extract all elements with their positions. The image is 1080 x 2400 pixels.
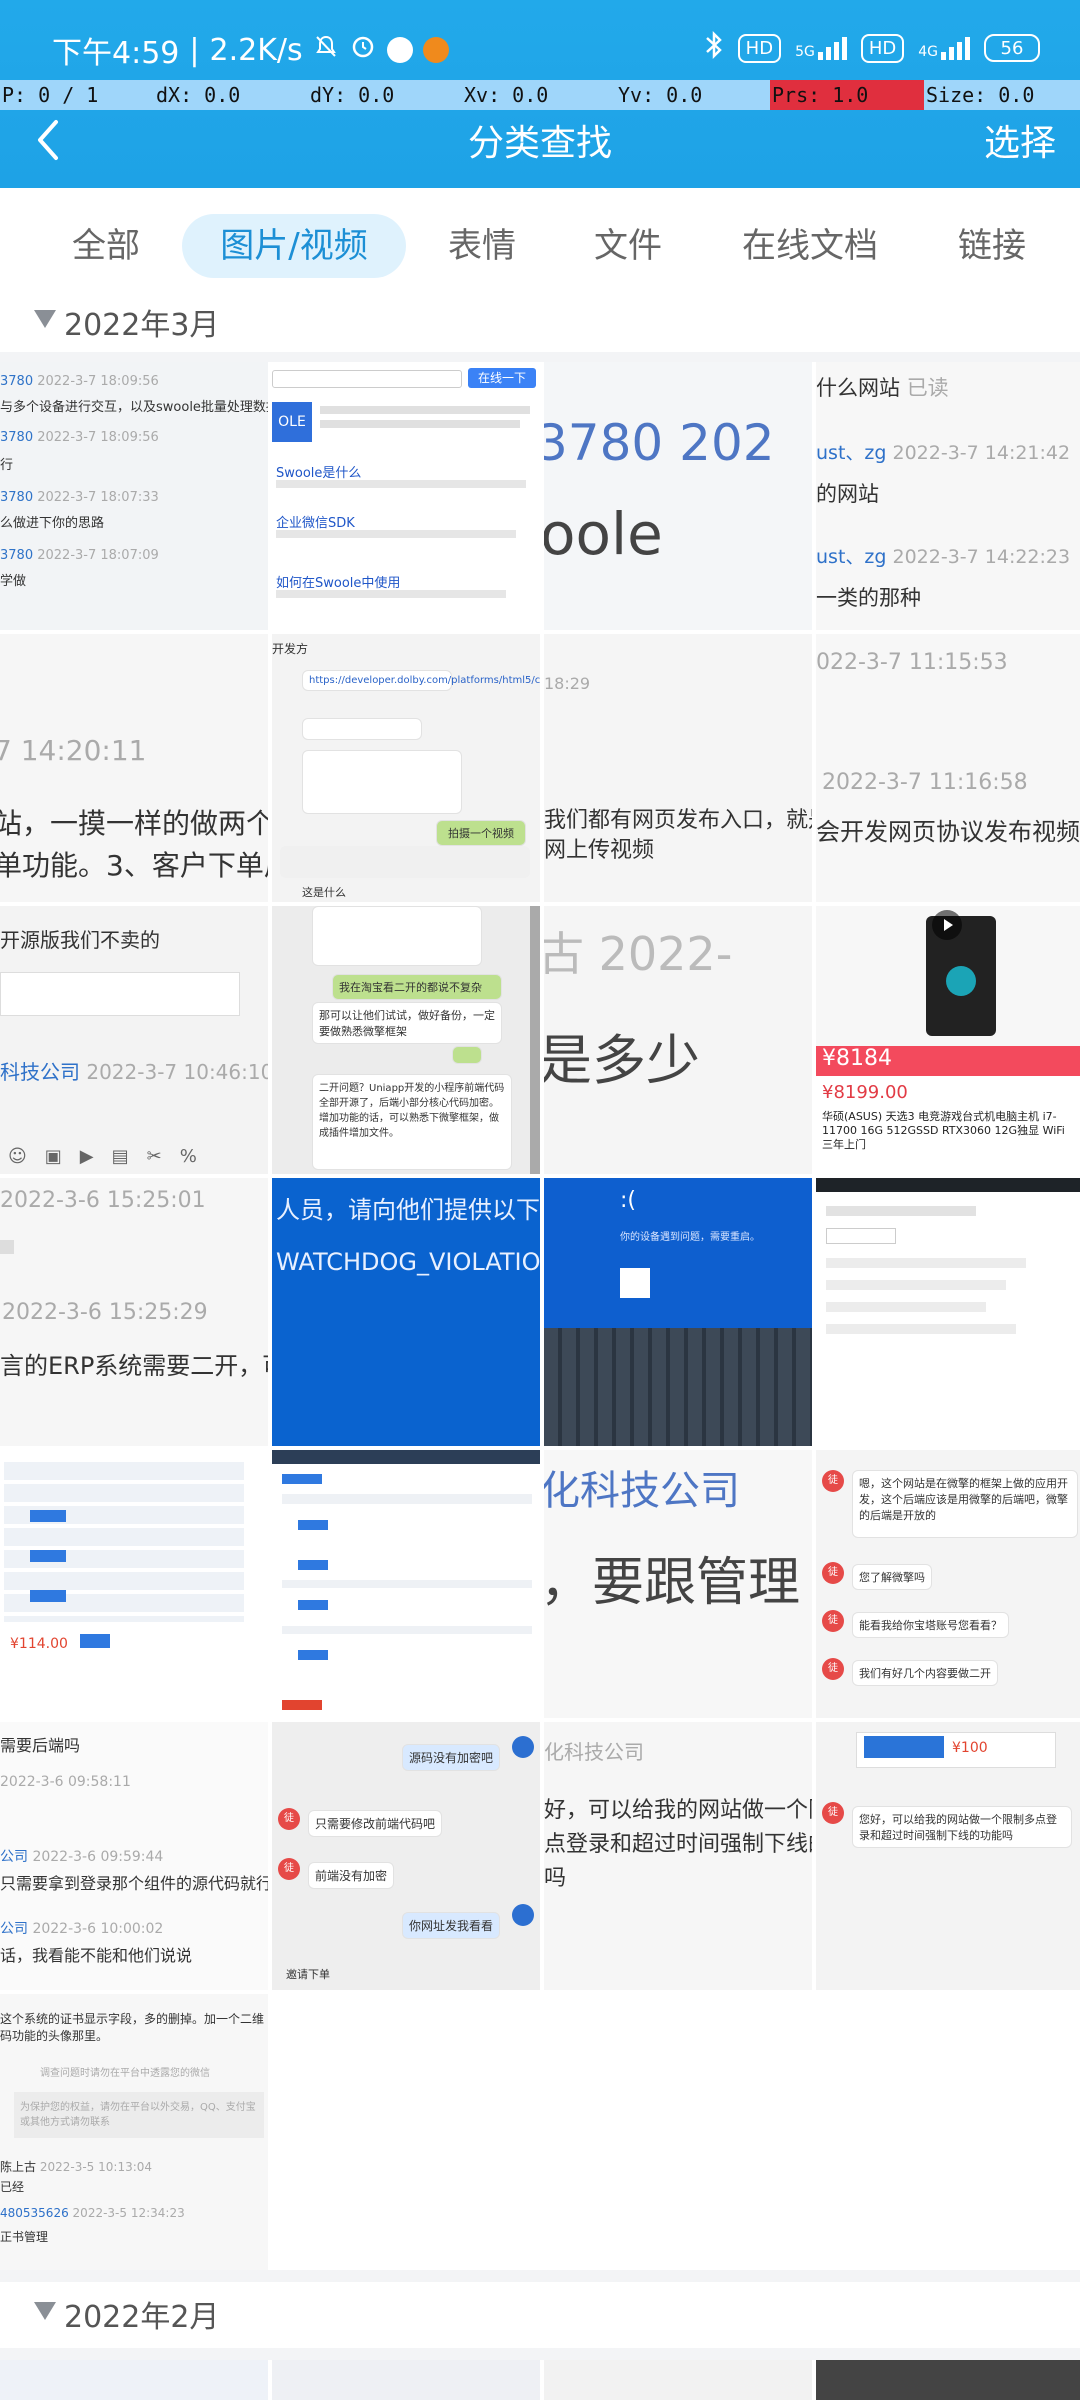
video-icon[interactable]: ▶ — [80, 1146, 94, 1167]
section-header-march: 2022年3月 — [0, 290, 1080, 352]
mute-icon — [313, 33, 339, 68]
status-bar: 下午4:59 | 2.2K/s HD 5G HD 4G 56 — [0, 0, 1080, 80]
select-button[interactable]: 选择 — [984, 114, 1056, 166]
pointer-debug-bar: P: 0 / 1 dX: 0.0 dY: 0.0 Xv: 0.0 Yv: 0.0… — [0, 80, 1080, 110]
media-thumbnail[interactable]: ¥100 徒 您好，可以给我的网站做一个限制多点登录和超过时间强制下线的功能吗 — [816, 1722, 1080, 1990]
media-grid-march: 3780 2022-3-7 18:09:56 与多个设备进行交互，以及swool… — [0, 362, 1080, 2270]
tab-images-videos[interactable]: 图片/视频 — [182, 214, 406, 278]
debug-dy: dY: 0.0 — [310, 83, 395, 107]
network-speed: 2.2K/s — [209, 32, 303, 68]
media-thumbnail[interactable] — [544, 2360, 812, 2400]
signal-4g: 4G — [918, 36, 970, 60]
media-thumbnail[interactable]: 什么网站 已读 ust、zg 2022-3-7 14:21:42 的网站 ust… — [816, 362, 1080, 630]
media-thumbnail[interactable]: :( 你的设备遇到问题，需要重启。 — [544, 1178, 812, 1446]
collapse-triangle-icon[interactable] — [34, 310, 56, 328]
media-thumbnail[interactable]: 022-3-7 11:15:53 2022-3-7 11:16:58 会开发网页… — [816, 634, 1080, 902]
tab-stickers[interactable]: 表情 — [434, 214, 530, 278]
percent-icon[interactable]: % — [180, 1146, 197, 1167]
media-thumbnail[interactable]: 需要后端吗 2022-3-6 09:58:11 公司 2022-3-6 09:5… — [0, 1722, 268, 1990]
scissors-icon[interactable]: ✂ — [147, 1146, 162, 1167]
debug-xv: Xv: 0.0 — [464, 83, 549, 107]
media-thumbnail[interactable]: 3780 202 oole — [544, 362, 812, 630]
tab-online-docs[interactable]: 在线文档 — [730, 214, 890, 278]
debug-prs: Prs: 1.0 — [770, 80, 924, 110]
signal-5g: 5G — [795, 36, 847, 60]
media-thumbnail[interactable] — [0, 2360, 268, 2400]
status-time: 下午4:59 — [52, 36, 180, 71]
tab-files[interactable]: 文件 — [580, 214, 676, 278]
media-thumbnail[interactable]: ¥114.00 — [0, 1450, 268, 1718]
media-thumbnail[interactable]: 7 14:20:11 站，一摸一样的做两个 单功能。3、客户下单后 — [0, 634, 268, 902]
media-thumbnail[interactable]: 我在淘宝看二开的都说不复杂 那可以让他们试试，做好备份，一定要做熟悉微擎框架 二… — [272, 906, 540, 1174]
header: 下午4:59 | 2.2K/s HD 5G HD 4G 56 P: 0 / 1 … — [0, 0, 1080, 188]
play-icon[interactable] — [932, 910, 962, 940]
navigation-bar: 分类查找 选择 — [0, 110, 1080, 188]
category-tabs: 全部 图片/视频 表情 文件 在线文档 链接 — [0, 188, 1080, 298]
media-thumbnail[interactable]: 人员，请向他们提供以下信 WATCHDOG_VIOLATION — [272, 1178, 540, 1446]
media-thumbnail[interactable] — [272, 2360, 540, 2400]
media-thumbnail[interactable]: 开发方 https://developer.dolby.com/platform… — [272, 634, 540, 902]
media-thumbnail[interactable] — [816, 1178, 1080, 1446]
tab-all[interactable]: 全部 — [58, 214, 154, 278]
image-icon[interactable]: ▣ — [45, 1146, 62, 1167]
media-thumbnail[interactable]: 古 2022- 是多少 — [544, 906, 812, 1174]
debug-dx: dX: 0.0 — [156, 83, 241, 107]
file-icon[interactable]: ▤ — [112, 1146, 129, 1167]
media-thumbnail[interactable]: 开源版我们不卖的 科技公司 2022-3-7 10:46:10 ☺ ▣ ▶ ▤ … — [0, 906, 268, 1174]
media-thumbnail[interactable]: 化科技公司 ，要跟管理 — [544, 1450, 812, 1718]
bluetooth-icon — [704, 30, 724, 66]
collapse-triangle-icon[interactable] — [34, 2302, 56, 2320]
emoji-icon[interactable]: ☺ — [8, 1146, 27, 1167]
section-header-february: 2022年2月 — [0, 2282, 1080, 2348]
hd-badge-2: HD — [860, 33, 905, 63]
media-thumbnail[interactable]: 2022-3-6 15:25:01 2022-3-6 15:25:29 言的ER… — [0, 1178, 268, 1446]
debug-yv: Yv: 0.0 — [618, 83, 703, 107]
media-thumbnail[interactable] — [272, 1450, 540, 1718]
tab-links[interactable]: 链接 — [944, 214, 1040, 278]
media-thumbnail[interactable] — [816, 2360, 1080, 2400]
debug-size: Size: 0.0 — [926, 83, 1035, 107]
page-title: 分类查找 — [467, 123, 612, 164]
media-grid-february — [0, 2360, 1080, 2400]
app-notification-icon — [386, 37, 413, 63]
media-thumbnail[interactable]: 徒 嗯，这个网站是在微擎的框架上做的应用开发，这个后端应该是用微擎的后端吧，微擎… — [816, 1450, 1080, 1718]
media-thumbnail[interactable]: 3780 2022-3-7 18:09:56 与多个设备进行交互，以及swool… — [0, 362, 268, 630]
app-notification-icon-2 — [422, 37, 449, 63]
media-thumbnail[interactable]: ¥8184 ¥8199.00 华硕(ASUS) 天选3 电竞游戏台式机电脑主机 … — [816, 906, 1080, 1174]
alarm-icon — [349, 32, 377, 68]
battery-icon: 56 — [984, 34, 1040, 62]
media-thumbnail[interactable]: 在线一下 OLE Swoole是什么 企业微信SDK 如何在Swoole中使用 — [272, 362, 540, 630]
media-thumbnail[interactable]: 源码没有加密吧 徒 只需要修改前端代码吧 徒 前端没有加密 你网址发我看看 邀请… — [272, 1722, 540, 1990]
debug-pointer: P: 0 / 1 — [2, 83, 99, 107]
media-thumbnail[interactable]: 18:29 我们都有网页发布入口，就是 网上传视频 — [544, 634, 812, 902]
media-thumbnail[interactable]: 化科技公司 好，可以给我的网站做一个限 点登录和超过时间强制下线的 吗 — [544, 1722, 812, 1990]
media-thumbnail[interactable]: 这个系统的证书显示字段，多的删掉。加一个二维码功能的头像那里。 调查问题时请勿在… — [0, 1994, 268, 2270]
hd-badge: HD — [737, 33, 782, 63]
